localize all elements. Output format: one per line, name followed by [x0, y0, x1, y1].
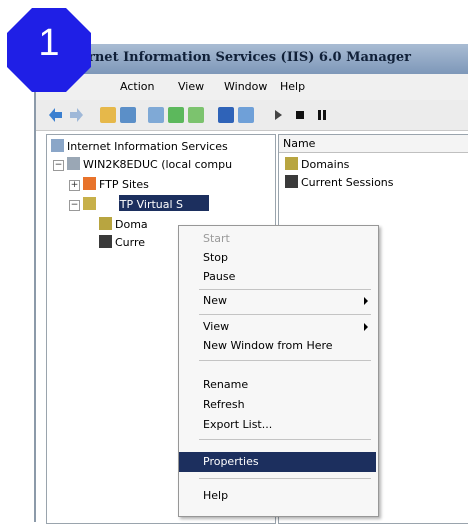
context-menu: Start Stop Pause New View New Window fro…: [178, 225, 379, 517]
export-icon[interactable]: [188, 107, 204, 123]
tree-domains-label: Doma: [115, 218, 148, 231]
menu-bar: Action View Window Help: [36, 74, 468, 100]
tree-item-server[interactable]: WIN2K8EDUC (local compu: [67, 157, 232, 171]
menu-action[interactable]: Action: [120, 80, 154, 93]
list-item-sessions[interactable]: Current Sessions: [285, 175, 394, 189]
submenu-arrow-icon: [364, 297, 368, 305]
menu-item-export-list[interactable]: Export List...: [179, 415, 376, 435]
refresh-icon[interactable]: [168, 107, 184, 123]
tree-server-label: WIN2K8EDUC (local compu: [83, 158, 233, 171]
menu-separator: [199, 439, 371, 440]
tree-root-label: Internet Information Services: [67, 140, 228, 153]
sessions-icon: [285, 175, 298, 188]
menu-separator: [199, 289, 371, 290]
step-number-badge: 1: [7, 8, 91, 92]
domains-icon: [285, 157, 298, 170]
menu-item-new[interactable]: New: [179, 291, 376, 311]
menu-help[interactable]: Help: [280, 80, 305, 93]
menu-item-new-window[interactable]: New Window from Here: [179, 336, 376, 356]
menu-window[interactable]: Window: [224, 80, 267, 93]
toolbar: [36, 100, 468, 131]
menu-separator: [199, 360, 371, 361]
submenu-arrow-icon: [364, 323, 368, 331]
tree-item-root[interactable]: Internet Information Services: [51, 139, 228, 153]
iis-icon: [51, 139, 64, 152]
show-hide-icon[interactable]: [120, 107, 136, 123]
menu-item-rename[interactable]: Rename: [179, 375, 376, 395]
list-item-label: Current Sessions: [301, 176, 394, 189]
tree-sessions-label: Curre: [115, 236, 146, 249]
step-number: 1: [38, 22, 60, 64]
list-item-domains[interactable]: Domains: [285, 157, 349, 171]
tree-smtp-label: [SMTP Virtual S: [99, 198, 184, 211]
tree-ftp-label: FTP Sites: [99, 178, 149, 191]
ftp-folder-icon: [83, 177, 96, 190]
tree-item-domains[interactable]: Doma: [99, 217, 148, 231]
pause-icon[interactable]: [314, 107, 330, 123]
tree-item-sessions[interactable]: Curre: [99, 235, 145, 249]
up-folder-icon[interactable]: [100, 107, 116, 123]
menu-item-start: Start: [203, 232, 230, 245]
help-icon[interactable]: [218, 107, 234, 123]
expand-ftp-toggle[interactable]: +: [69, 180, 80, 191]
play-icon[interactable]: [270, 107, 286, 123]
console-icon[interactable]: [238, 107, 254, 123]
menu-view[interactable]: View: [178, 80, 204, 93]
menu-separator: [199, 314, 371, 315]
menu-item-refresh[interactable]: Refresh: [179, 395, 376, 415]
collapse-server-toggle[interactable]: −: [53, 160, 64, 171]
properties-icon[interactable]: [148, 107, 164, 123]
stop-icon[interactable]: [292, 107, 308, 123]
column-header-name[interactable]: Name: [279, 135, 468, 153]
tree-item-ftp[interactable]: FTP Sites: [83, 177, 149, 191]
forward-arrow-icon[interactable]: [68, 107, 84, 123]
menu-item-stop[interactable]: Stop: [179, 248, 376, 268]
domains-icon: [99, 217, 112, 230]
list-item-label: Domains: [301, 158, 350, 171]
menu-item-view[interactable]: View: [179, 317, 376, 337]
back-arrow-icon[interactable]: [48, 107, 64, 123]
tree-item-smtp[interactable]: [SMTP Virtual S: [83, 197, 183, 211]
menu-item-properties[interactable]: Properties: [179, 452, 376, 472]
menu-item-help[interactable]: Help: [179, 486, 376, 506]
collapse-smtp-toggle[interactable]: −: [69, 200, 80, 211]
menu-separator: [199, 478, 371, 479]
sessions-icon: [99, 235, 112, 248]
window-title: rnet Information Services (IIS) 6.0 Mana…: [88, 50, 411, 65]
server-icon: [67, 157, 80, 170]
menu-item-pause[interactable]: Pause: [179, 267, 376, 287]
smtp-icon: [83, 197, 96, 210]
